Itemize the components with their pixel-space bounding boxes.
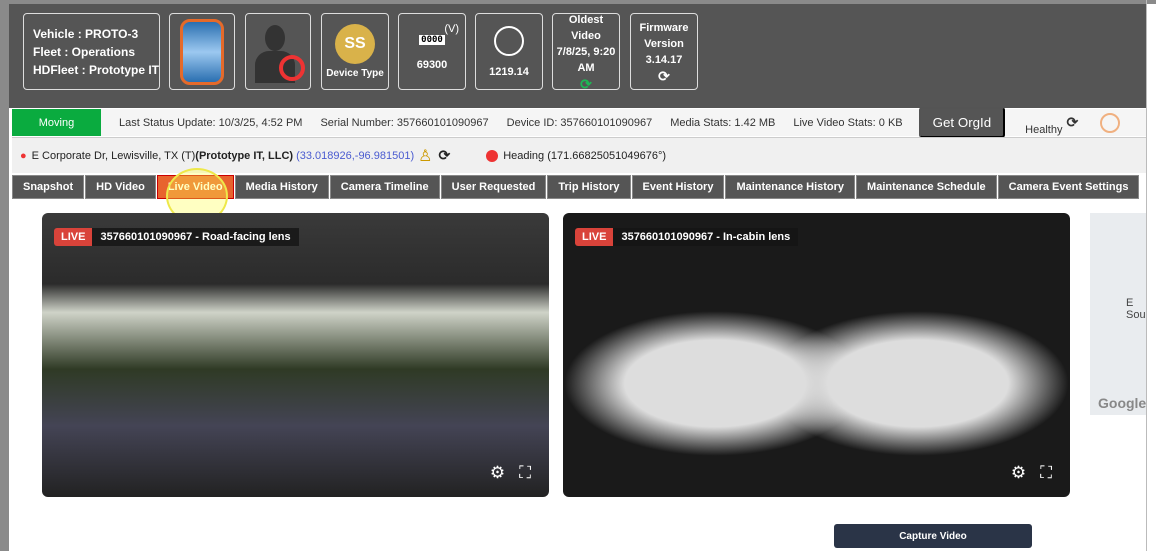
- vehicle-image-icon: [180, 19, 224, 85]
- live-badge: LIVE: [54, 228, 92, 246]
- scrollbar[interactable]: [1146, 0, 1147, 551]
- map[interactable]: E Sou Google: [1090, 213, 1146, 415]
- capture-video-button[interactable]: Capture Video: [834, 524, 1032, 548]
- driver-silhouette-icon: [253, 19, 303, 85]
- settings-gear-icon[interactable]: ⚙: [1011, 463, 1026, 483]
- street-view-icon[interactable]: ♙: [418, 146, 432, 166]
- device-id: Device ID: 357660101090967: [507, 117, 653, 129]
- camera-name: 357660101090967 - Road-facing lens: [92, 228, 298, 246]
- vehicle-image-card: [169, 13, 235, 90]
- video-label: LIVE 357660101090967 - Road-facing lens: [54, 228, 299, 246]
- coordinates-link[interactable]: (33.018926,-96.981501): [296, 150, 414, 162]
- map-street-label: E Sou: [1126, 297, 1146, 321]
- odometer-value: 69300: [417, 59, 448, 71]
- odometer-card: (V) 0000 69300: [398, 13, 466, 90]
- firmware-card: Firmware Version 3.14.17 ⟳: [630, 13, 698, 90]
- media-stats: Media Stats: 1.42 MB: [670, 117, 775, 129]
- settings-gear-icon[interactable]: ⚙: [490, 463, 505, 483]
- odometer-unit: (V): [444, 23, 459, 35]
- tab-user-requested[interactable]: User Requested: [441, 175, 547, 199]
- tab-camera-event-settings[interactable]: Camera Event Settings: [998, 175, 1140, 199]
- firmware-version: 3.14.17: [646, 52, 683, 68]
- location-bar: ● E Corporate Dr, Lewisville, TX (T) (Pr…: [12, 137, 1146, 173]
- refresh-icon[interactable]: ⟳: [1066, 114, 1078, 131]
- driver-card[interactable]: [245, 13, 311, 90]
- live-badge: LIVE: [575, 228, 613, 246]
- oldest-video-value: 7/8/25, 9:20 AM: [553, 44, 619, 76]
- device-type-card: SS Device Type: [321, 13, 389, 90]
- device-type-badge: SS: [335, 24, 375, 64]
- road-facing-video[interactable]: LIVE 357660101090967 - Road-facing lens …: [42, 213, 549, 497]
- tab-hd-video[interactable]: HD Video: [85, 175, 156, 199]
- last-status-update: Last Status Update: 10/3/25, 4:52 PM: [119, 117, 302, 129]
- tab-event-history[interactable]: Event History: [632, 175, 725, 199]
- status-bar: Moving Last Status Update: 10/3/25, 4:52…: [12, 109, 1146, 136]
- tab-maintenance-schedule[interactable]: Maintenance Schedule: [856, 175, 997, 199]
- health-status: Healthy: [1025, 110, 1062, 136]
- get-orgid-button[interactable]: Get OrgId: [919, 107, 1006, 138]
- live-video-stats: Live Video Stats: 0 KB: [793, 117, 902, 129]
- hdfleet-name: HDFleet : Prototype IT: [33, 61, 159, 79]
- organization: (Prototype IT, LLC): [195, 150, 293, 162]
- in-cabin-video[interactable]: LIVE 357660101090967 - In-cabin lens ⚙ ⛶: [563, 213, 1070, 497]
- oldest-video-card: Oldest Video 7/8/25, 9:20 AM ⟳: [552, 13, 620, 90]
- tab-media-history[interactable]: Media History: [235, 175, 329, 199]
- serial-number: Serial Number: 357660101090967: [320, 117, 488, 129]
- heading: Heading (171.66825051049676°): [503, 150, 666, 162]
- odometer-icon: 0000: [419, 35, 445, 45]
- fleet-name: Fleet : Operations: [33, 43, 135, 61]
- vehicle-header: Vehicle : PROTO-3 Fleet : Operations HDF…: [9, 4, 1146, 108]
- refresh-icon[interactable]: ⟳: [580, 76, 592, 92]
- oldest-video-title: Oldest Video: [553, 12, 619, 44]
- window-frame-left: [0, 0, 9, 551]
- tab-maintenance-history[interactable]: Maintenance History: [725, 175, 855, 199]
- stopwatch-icon: [494, 26, 524, 56]
- compass-icon: [486, 150, 498, 162]
- google-logo: Google: [1098, 395, 1146, 411]
- steering-wheel-icon: [279, 55, 305, 81]
- refresh-icon[interactable]: ⟳: [438, 147, 450, 164]
- vehicle-name: Vehicle : PROTO-3: [33, 25, 138, 43]
- device-type-label: Device Type: [326, 68, 384, 79]
- fullscreen-icon[interactable]: ⛶: [519, 463, 531, 483]
- address: E Corporate Dr, Lewisville, TX (T): [32, 150, 196, 162]
- firmware-title: Firmware Version: [631, 20, 697, 52]
- status-ring-icon: [1100, 113, 1120, 133]
- tab-snapshot[interactable]: Snapshot: [12, 175, 84, 199]
- refresh-icon[interactable]: ⟳: [658, 68, 670, 84]
- moving-status-badge: Moving: [12, 109, 101, 136]
- vehicle-info-card: Vehicle : PROTO-3 Fleet : Operations HDF…: [23, 13, 160, 90]
- engine-hours-value: 1219.14: [489, 66, 529, 78]
- engine-hours-card: 1219.14: [475, 13, 543, 90]
- video-label: LIVE 357660101090967 - In-cabin lens: [575, 228, 798, 246]
- tab-camera-timeline[interactable]: Camera Timeline: [330, 175, 440, 199]
- tab-trip-history[interactable]: Trip History: [547, 175, 630, 199]
- location-pin-icon: ●: [20, 150, 27, 162]
- fullscreen-icon[interactable]: ⛶: [1040, 463, 1052, 483]
- camera-name: 357660101090967 - In-cabin lens: [613, 228, 798, 246]
